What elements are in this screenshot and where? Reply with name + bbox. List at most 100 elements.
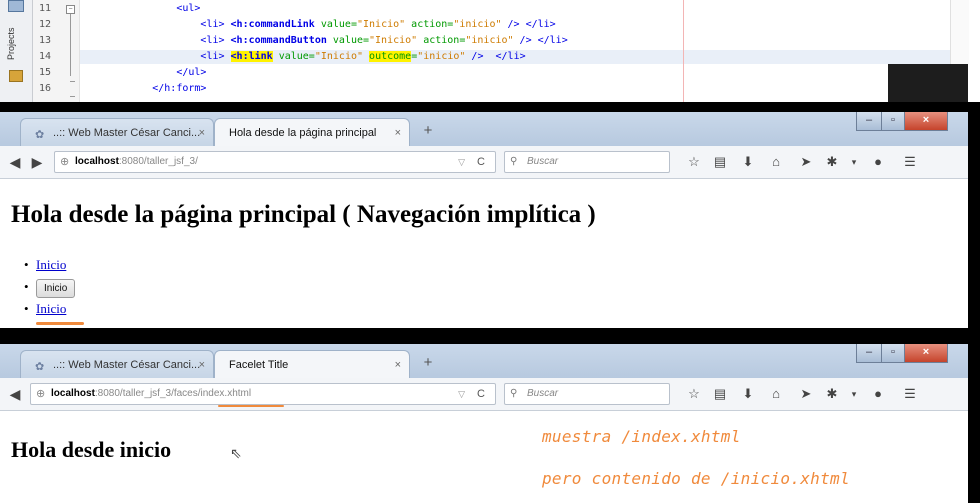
browser-window-inicio: ✿ ..:: Web Master César Canci... × Facele… xyxy=(0,344,968,503)
url-history-dropdown-icon[interactable]: ▽ xyxy=(458,384,465,404)
send-icon[interactable]: ➤ xyxy=(796,385,816,403)
mouse-cursor-icon: ⇖ xyxy=(230,445,242,461)
minimize-button[interactable]: – xyxy=(856,344,882,363)
projects-folder-icon[interactable] xyxy=(9,70,23,82)
page-title: Hola desde la página principal ( Navegac… xyxy=(11,201,596,228)
code-line[interactable]: <li> <h:commandLink value="Inicio" actio… xyxy=(80,18,960,32)
search-bar[interactable]: ⚲ Buscar xyxy=(504,383,670,405)
browser-window-main-page: ✿ ..:: Web Master César Canci... × Hola d… xyxy=(0,112,968,328)
line-number: 12 xyxy=(39,19,52,30)
link-list: Inicio Inicio Inicio xyxy=(24,254,76,320)
tab-close-icon[interactable]: × xyxy=(395,351,401,378)
code-line[interactable]: </h:form> xyxy=(80,82,960,96)
browser-titlebar: ✿ ..:: Web Master César Canci... × Hola d… xyxy=(0,112,968,146)
forward-arrow-icon[interactable]: ▶ xyxy=(28,153,46,171)
code-token: <ul> xyxy=(176,3,201,14)
code-line[interactable]: </ul> xyxy=(80,66,960,80)
bookmarks-icon[interactable]: ▤ xyxy=(710,153,730,171)
tab-web-master[interactable]: ✿ ..:: Web Master César Canci... × xyxy=(20,118,214,146)
maximize-button[interactable]: ▫ xyxy=(881,112,905,131)
menu-dropdown-icon[interactable]: ▾ xyxy=(844,385,864,403)
tab-close-icon[interactable]: × xyxy=(395,119,401,146)
bookmarks-icon[interactable]: ▤ xyxy=(710,385,730,403)
address-bar[interactable]: ⊕ localhost:8080/taller_jsf_3/faces/inde… xyxy=(30,383,496,405)
occluding-overlay xyxy=(888,64,968,102)
fold-end-marker xyxy=(70,76,75,82)
code-token: <li> xyxy=(200,19,231,30)
tab-web-master[interactable]: ✿ ..:: Web Master César Canci... × xyxy=(20,350,214,378)
back-arrow-icon[interactable]: ◀ xyxy=(6,153,24,171)
code-token: <h:commandLink xyxy=(230,19,315,30)
code-token: "inicio" xyxy=(417,51,466,62)
editor-side-panel: Projects xyxy=(0,0,33,102)
hamburger-menu-icon[interactable]: ☰ xyxy=(900,153,920,171)
site-favicon-icon: ✿ xyxy=(35,361,45,373)
code-token: <li> xyxy=(200,51,231,62)
url-path: :8080/taller_jsf_3/faces/index.xhtml xyxy=(94,388,252,399)
right-margin-guide xyxy=(683,0,684,102)
search-bar[interactable]: ⚲ Buscar xyxy=(504,151,670,173)
minimize-button[interactable]: – xyxy=(856,112,882,131)
tab-hola-principal[interactable]: Hola desde la página principal × xyxy=(214,118,410,146)
home-icon[interactable]: ⌂ xyxy=(766,153,786,171)
page-title: Hola desde inicio xyxy=(11,437,172,462)
navigator-icon[interactable] xyxy=(8,0,24,12)
code-line[interactable]: <li> <h:commandButton value="Inicio" act… xyxy=(80,34,960,48)
list-item: Inicio xyxy=(24,298,75,320)
new-tab-button[interactable]: + xyxy=(418,352,438,374)
addon-icon[interactable]: ✱ xyxy=(822,385,842,403)
line-number: 16 xyxy=(39,83,52,94)
star-icon[interactable]: ☆ xyxy=(684,153,704,171)
download-icon[interactable]: ⬇ xyxy=(738,153,758,171)
menu-dropdown-icon[interactable]: ▾ xyxy=(844,153,864,171)
editor-scrollbar[interactable] xyxy=(950,0,969,64)
line-number: 15 xyxy=(39,67,52,78)
address-bar[interactable]: ⊕ localhost:8080/taller_jsf_3/ ▽ C xyxy=(54,151,496,173)
search-icon: ⚲ xyxy=(510,388,518,399)
url-host: localhost xyxy=(51,388,95,399)
annotation-note: muestra /index.xhtml xyxy=(542,427,741,446)
tab-close-icon[interactable]: × xyxy=(199,351,205,378)
fold-collapse-icon[interactable]: − xyxy=(66,5,75,14)
send-icon[interactable]: ➤ xyxy=(796,153,816,171)
tab-close-icon[interactable]: × xyxy=(199,119,205,146)
tab-facelet-title[interactable]: Facelet Title × xyxy=(214,350,410,378)
url-history-dropdown-icon[interactable]: ▽ xyxy=(458,152,465,172)
projects-tab-label[interactable]: Projects xyxy=(6,27,16,60)
globe-icon: ⊕ xyxy=(60,156,70,168)
close-window-button[interactable]: × xyxy=(904,344,948,363)
command-button[interactable]: Inicio xyxy=(36,279,76,298)
close-window-button[interactable]: × xyxy=(904,112,948,131)
code-token: value= xyxy=(272,51,315,62)
command-link[interactable]: Inicio xyxy=(36,257,66,272)
chat-icon[interactable]: ● xyxy=(868,153,888,171)
site-favicon-icon: ✿ xyxy=(35,129,45,141)
code-token: value= xyxy=(314,19,357,30)
chat-icon[interactable]: ● xyxy=(868,385,888,403)
back-arrow-icon[interactable]: ◀ xyxy=(6,385,24,403)
maximize-button[interactable]: ▫ xyxy=(881,344,905,363)
url-path: :8080/taller_jsf_3/ xyxy=(118,156,198,167)
home-icon[interactable]: ⌂ xyxy=(766,385,786,403)
hamburger-menu-icon[interactable]: ☰ xyxy=(900,385,920,403)
code-token: /> </li> xyxy=(465,51,526,62)
reload-icon[interactable]: C xyxy=(477,384,485,404)
code-token: </h:form> xyxy=(152,83,207,94)
code-token: /> </li> xyxy=(501,19,556,30)
download-icon[interactable]: ⬇ xyxy=(738,385,758,403)
h-link[interactable]: Inicio xyxy=(36,301,66,316)
addon-icon[interactable]: ✱ xyxy=(822,153,842,171)
reload-icon[interactable]: C xyxy=(477,152,485,172)
new-tab-button[interactable]: + xyxy=(418,120,438,142)
search-placeholder: Buscar xyxy=(527,156,559,167)
code-line[interactable]: <li> <h:link value="Inicio" outcome="ini… xyxy=(80,50,960,64)
list-item: Inicio xyxy=(24,254,75,276)
code-line[interactable]: <ul> xyxy=(80,2,960,16)
code-token: outcome xyxy=(369,51,412,62)
fold-guide xyxy=(70,14,71,76)
star-icon[interactable]: ☆ xyxy=(684,385,704,403)
